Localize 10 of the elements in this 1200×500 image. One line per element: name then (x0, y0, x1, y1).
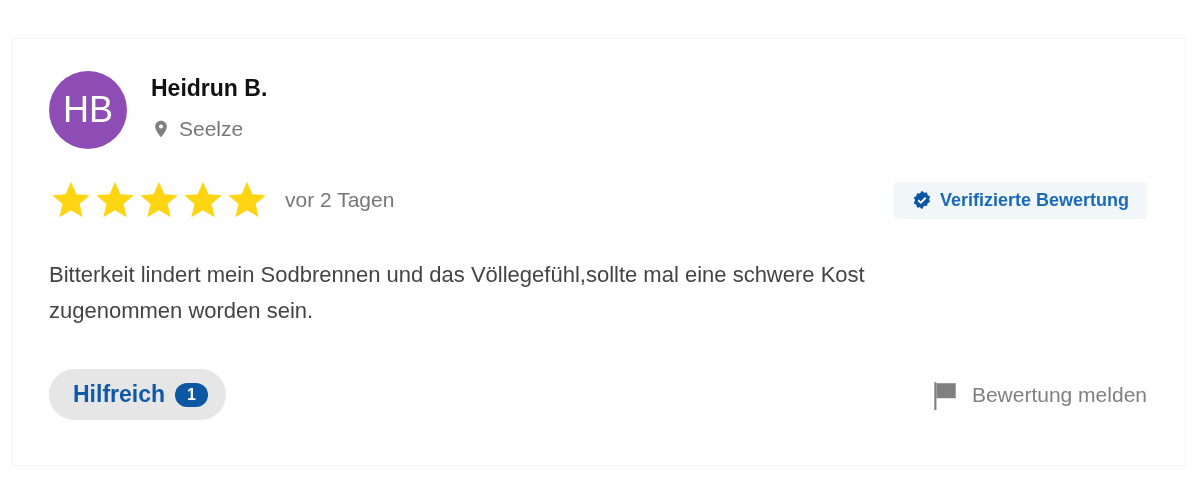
helpful-button[interactable]: Hilfreich 1 (49, 369, 226, 420)
review-text: Bitterkeit lindert mein Sodbrennen und das Völlegefühl,sollte mal eine schwere Kost zugenommen worden sein. (49, 261, 866, 325)
author-name: Heidrun B. (151, 75, 268, 102)
location-text: Seelze (179, 117, 244, 141)
review-date: vor 2 Tagen (285, 188, 395, 212)
avatar: HB (49, 71, 127, 149)
helpful-count: 1 (175, 382, 208, 407)
report-button[interactable]: Bewertung melden (931, 379, 1147, 410)
flag-icon (931, 379, 958, 410)
verified-badge: Verifizierte Bewertung (893, 181, 1147, 219)
